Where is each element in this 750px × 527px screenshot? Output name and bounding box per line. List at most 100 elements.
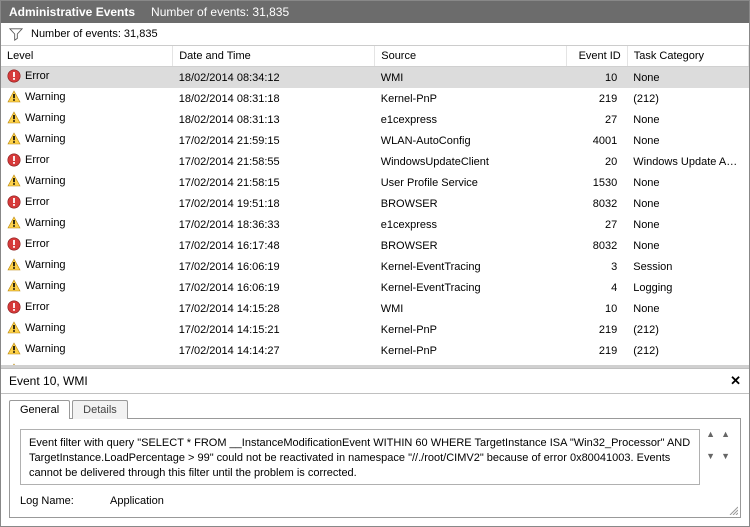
- level-text: Warning: [25, 91, 66, 103]
- cell-source: Kernel-EventTracing: [375, 256, 567, 277]
- cell-task: Windows Update Agent: [627, 151, 748, 172]
- scroll-down-icon[interactable]: ▼: [721, 451, 730, 461]
- level-text: Warning: [25, 259, 66, 271]
- table-row[interactable]: Error17/02/2014 19:51:18BROWSER8032None: [1, 193, 749, 214]
- cell-source: Kernel-PnP: [375, 340, 567, 361]
- detail-header: Event 10, WMI ✕: [1, 368, 749, 394]
- col-task[interactable]: Task Category: [627, 46, 748, 67]
- level-text: Warning: [25, 364, 66, 365]
- detail-scrollbar[interactable]: ▲ ▼: [706, 429, 715, 461]
- error-icon: [7, 237, 21, 251]
- column-header-row: Level Date and Time Source Event ID Task…: [1, 46, 749, 67]
- level-text: Error: [25, 70, 49, 82]
- cell-date: 17/02/2014 19:51:18: [173, 193, 375, 214]
- cell-date: 17/02/2014 16:06:19: [173, 277, 375, 298]
- cell-date: 18/02/2014 08:31:18: [173, 88, 375, 109]
- level-text: Warning: [25, 343, 66, 355]
- cell-eventid: 27: [567, 214, 628, 235]
- cell-date: 18/02/2014 08:31:13: [173, 109, 375, 130]
- cell-task: None: [627, 67, 748, 89]
- titlebar-count: Number of events: 31,835: [151, 5, 289, 19]
- cell-date: 17/02/2014 21:58:15: [173, 172, 375, 193]
- error-icon: [7, 195, 21, 209]
- filter-icon[interactable]: [9, 27, 23, 41]
- level-text: Error: [25, 238, 49, 250]
- cell-source: Kernel-PnP: [375, 361, 567, 365]
- cell-task: (212): [627, 361, 748, 365]
- detail-message[interactable]: Event filter with query "SELECT * FROM _…: [20, 429, 700, 485]
- event-grid[interactable]: Level Date and Time Source Event ID Task…: [1, 46, 749, 365]
- level-text: Warning: [25, 280, 66, 292]
- tab-general[interactable]: General: [9, 400, 70, 419]
- level-text: Warning: [25, 322, 66, 334]
- table-row[interactable]: Warning17/02/2014 14:14:21Kernel-PnP219(…: [1, 361, 749, 365]
- table-row[interactable]: Warning 17/02/2014 16:06:19Kernel-EventTr…: [1, 256, 749, 277]
- filter-bar: Number of events: 31,835: [1, 23, 749, 46]
- warning-icon: [7, 321, 21, 335]
- cell-eventid: 219: [567, 340, 628, 361]
- cell-source: e1cexpress: [375, 214, 567, 235]
- table-row[interactable]: Error18/02/2014 08:34:12WMI10None: [1, 67, 749, 89]
- warning-icon: [7, 111, 21, 125]
- cell-source: Kernel-PnP: [375, 319, 567, 340]
- cell-date: 18/02/2014 08:34:12: [173, 67, 375, 89]
- resize-handle-icon[interactable]: [728, 505, 738, 515]
- cell-eventid: 20: [567, 151, 628, 172]
- table-row[interactable]: Error17/02/2014 16:17:48BROWSER8032None: [1, 235, 749, 256]
- cell-date: 17/02/2014 14:15:28: [173, 298, 375, 319]
- logname-row: Log Name: Application: [20, 495, 730, 507]
- cell-task: None: [627, 193, 748, 214]
- level-text: Warning: [25, 217, 66, 229]
- cell-source: WMI: [375, 298, 567, 319]
- cell-source: WMI: [375, 67, 567, 89]
- table-row[interactable]: Warning 17/02/2014 16:06:19Kernel-EventTr…: [1, 277, 749, 298]
- col-level[interactable]: Level: [1, 46, 173, 67]
- level-text: Error: [25, 196, 49, 208]
- cell-task: (212): [627, 340, 748, 361]
- cell-eventid: 219: [567, 319, 628, 340]
- col-source[interactable]: Source: [375, 46, 567, 67]
- table-row[interactable]: Warning17/02/2014 14:15:21Kernel-PnP219(…: [1, 319, 749, 340]
- cell-task: None: [627, 214, 748, 235]
- cell-date: 17/02/2014 16:06:19: [173, 256, 375, 277]
- table-row[interactable]: Warning17/02/2014 18:36:33e1cexpress27No…: [1, 214, 749, 235]
- event-viewer-window: Administrative Events Number of events: …: [0, 0, 750, 527]
- detail-body: Event filter with query "SELECT * FROM _…: [9, 419, 741, 518]
- cell-task: (212): [627, 88, 748, 109]
- cell-task: (212): [627, 319, 748, 340]
- cell-eventid: 3: [567, 256, 628, 277]
- table-row[interactable]: Error17/02/2014 14:15:28WMI10None: [1, 298, 749, 319]
- cell-eventid: 10: [567, 298, 628, 319]
- table-row[interactable]: Warning18/02/2014 08:31:13e1cexpress27No…: [1, 109, 749, 130]
- filter-count: Number of events: 31,835: [31, 28, 158, 40]
- cell-task: None: [627, 172, 748, 193]
- table-row[interactable]: Warning17/02/2014 21:59:15WLAN-AutoConfi…: [1, 130, 749, 151]
- table-row[interactable]: Warning17/02/2014 21:58:15User Profile S…: [1, 172, 749, 193]
- level-text: Warning: [25, 112, 66, 124]
- warning-icon: [7, 279, 21, 293]
- table-row[interactable]: Error17/02/2014 21:58:55WindowsUpdateCli…: [1, 151, 749, 172]
- window-title: Administrative Events: [9, 5, 135, 19]
- scroll-down-icon[interactable]: ▼: [706, 451, 715, 461]
- cell-eventid: 8032: [567, 235, 628, 256]
- close-icon[interactable]: ✕: [730, 373, 741, 389]
- scroll-up-icon[interactable]: ▲: [721, 429, 730, 439]
- warning-icon: [7, 363, 21, 365]
- cell-task: Session: [627, 256, 748, 277]
- cell-eventid: 4: [567, 277, 628, 298]
- detail-title: Event 10, WMI: [9, 374, 88, 388]
- detail-tabs: General Details: [9, 400, 741, 419]
- warning-icon: [7, 216, 21, 230]
- table-row[interactable]: Warning18/02/2014 08:31:18Kernel-PnP219(…: [1, 88, 749, 109]
- col-date[interactable]: Date and Time: [173, 46, 375, 67]
- detail-scrollbar-outer[interactable]: ▲ ▼: [721, 429, 730, 461]
- cell-source: BROWSER: [375, 235, 567, 256]
- cell-task: None: [627, 109, 748, 130]
- tab-details[interactable]: Details: [72, 400, 128, 419]
- cell-date: 17/02/2014 14:14:21: [173, 361, 375, 365]
- cell-date: 17/02/2014 16:17:48: [173, 235, 375, 256]
- col-eventid[interactable]: Event ID: [567, 46, 628, 67]
- cell-source: Kernel-EventTracing: [375, 277, 567, 298]
- table-row[interactable]: Warning17/02/2014 14:14:27Kernel-PnP219(…: [1, 340, 749, 361]
- scroll-up-icon[interactable]: ▲: [706, 429, 715, 439]
